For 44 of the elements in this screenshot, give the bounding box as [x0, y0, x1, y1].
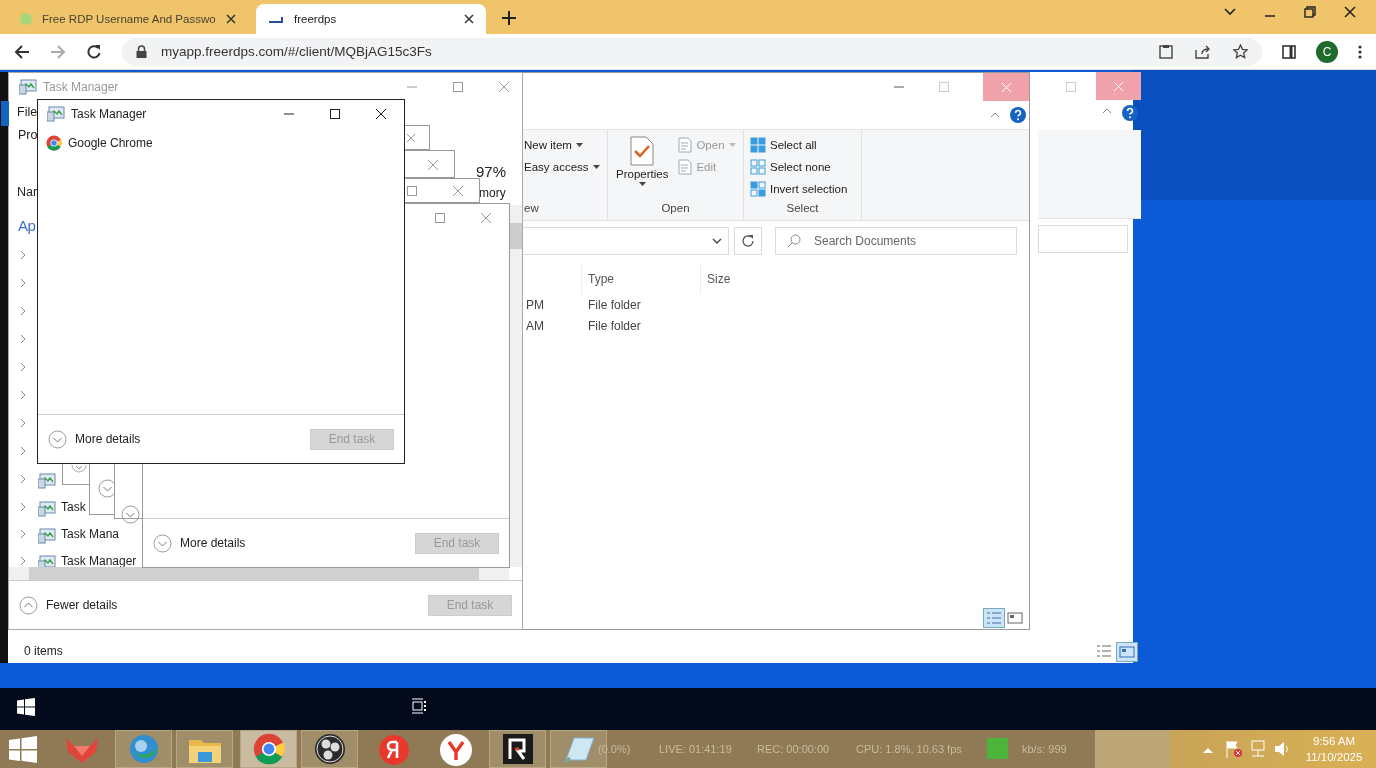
browser-tab[interactable]: Free RDP Username And Passwo: [8, 4, 248, 34]
group-label: Select: [785, 202, 820, 216]
search-field[interactable]: Search Documents: [775, 227, 1017, 255]
details-toggle[interactable]: More details: [75, 432, 141, 446]
memory-percent: 97%: [476, 163, 507, 180]
menu-item[interactable]: File: [17, 105, 38, 119]
table-cell: File folder: [588, 297, 641, 312]
browser-tab[interactable]: freerdps: [256, 4, 486, 34]
stream-stat: (0.0%): [598, 743, 631, 755]
column-header[interactable]: Type: [581, 264, 700, 294]
table-cell-text: AM: [525, 318, 545, 333]
tab[interactable]: Pro: [18, 128, 38, 142]
details-toggle[interactable]: More details: [180, 536, 246, 550]
process-name: Task: [61, 500, 86, 514]
stream-stat: REC: 00:00:00: [757, 743, 830, 755]
column-header[interactable]: mory: [479, 186, 506, 200]
column-header[interactable]: Nar: [17, 185, 38, 199]
table-cell: File folder: [588, 318, 641, 333]
section-heading: Ap: [18, 217, 36, 234]
column-header[interactable]: Size: [700, 264, 819, 294]
app-row[interactable]: Google Chrome: [38, 128, 404, 158]
stream-stat: CPU: 1.8%, 10.63 fps: [856, 743, 962, 755]
ribbon-button[interactable]: New item: [524, 134, 600, 156]
ribbon-button[interactable]: Easy access: [524, 156, 600, 178]
tab-title: Free RDP Username And Passwo: [42, 13, 216, 25]
table-cell-text: PM: [525, 297, 545, 312]
properties-button[interactable]: Properties: [614, 134, 671, 200]
profile-avatar[interactable]: C: [1316, 40, 1338, 63]
window-title: Task Manager: [43, 80, 119, 94]
details-toggle[interactable]: Fewer details: [46, 598, 118, 612]
stream-stat: LIVE: 01:41:19: [659, 743, 732, 755]
group-label: ew: [524, 202, 540, 216]
window-title: Task Manager: [71, 107, 147, 121]
address-bar[interactable]: myapp.freerdps.com/#/client/MQBjAG15c3Fs: [122, 37, 1262, 66]
ribbon-button[interactable]: Invert selection: [750, 178, 848, 200]
status-text: 0 items: [24, 644, 63, 658]
ribbon-button[interactable]: Select all: [750, 134, 848, 156]
tab-title: freerdps: [294, 13, 338, 25]
stream-stat: kb/s: 999: [1022, 743, 1067, 755]
group-label: Open: [660, 202, 691, 216]
ribbon-button[interactable]: Select none: [750, 156, 848, 178]
process-name: Task Mana: [61, 527, 120, 541]
url-text: myapp.freerdps.com/#/client/MQBjAG15c3Fs: [161, 44, 432, 59]
process-name: Task Manager: [61, 554, 137, 568]
